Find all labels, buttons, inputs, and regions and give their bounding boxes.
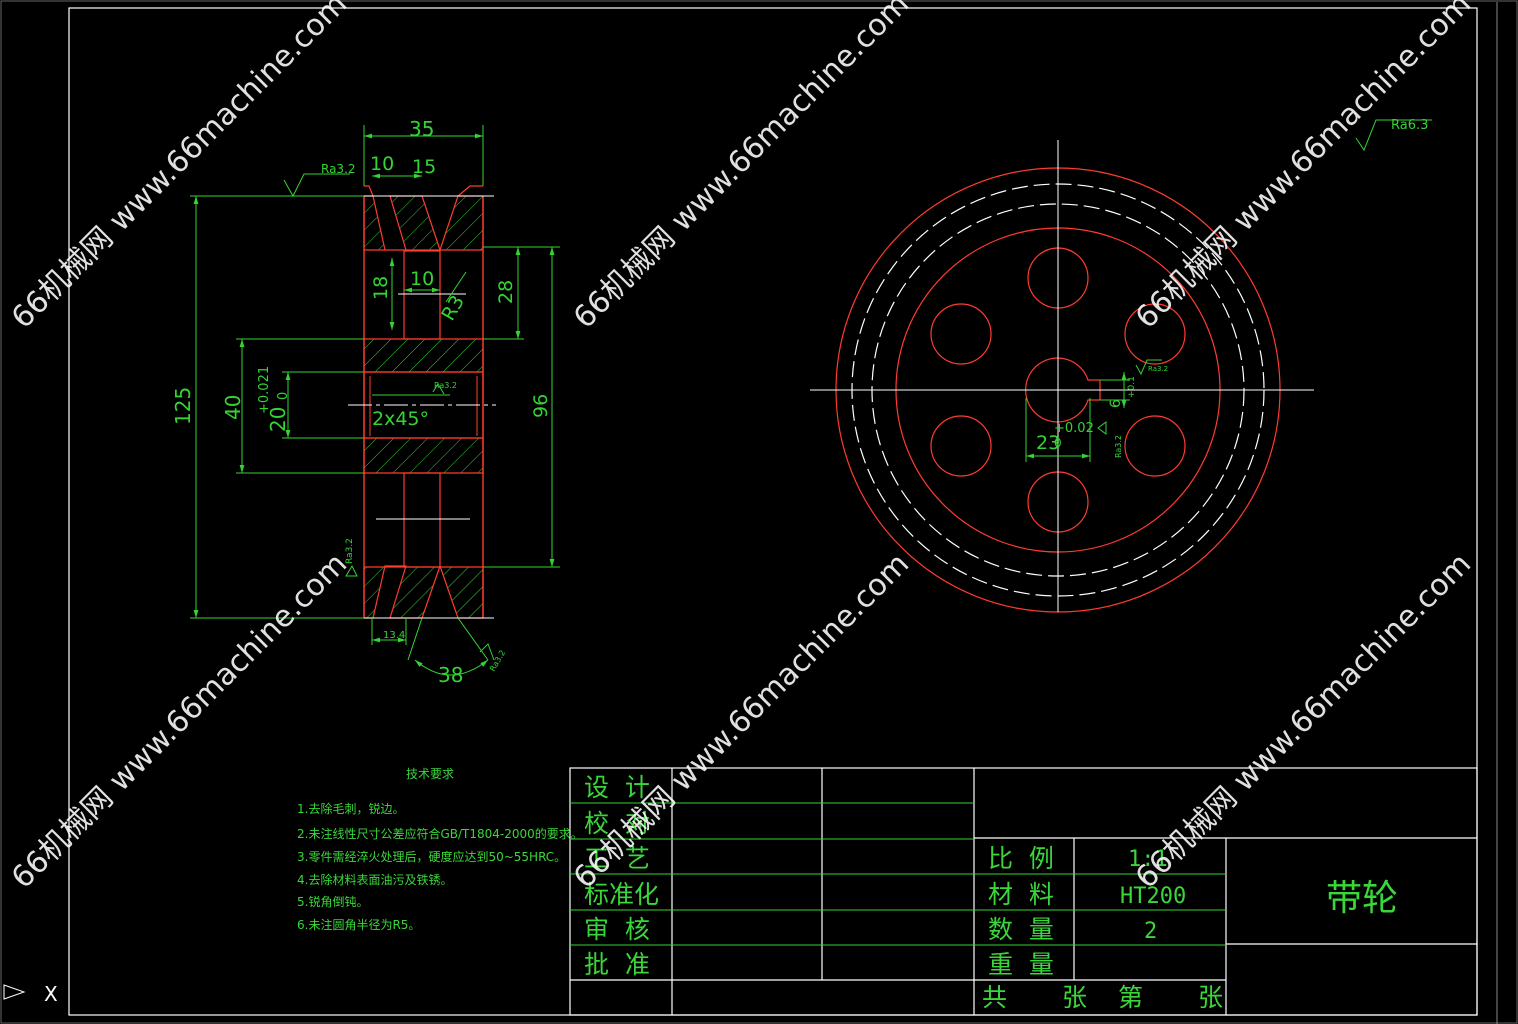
label-scale: 比 例 xyxy=(988,844,1054,873)
tech-req-item-4: 4.去除材料表面油污及铁锈。 xyxy=(297,872,452,887)
label-quantity: 数 量 xyxy=(988,915,1054,944)
tech-req-title: 技术要求 xyxy=(406,767,454,781)
dim-bore-tol-low: 0 xyxy=(276,392,291,400)
dim-groove-offset: 10 xyxy=(370,153,394,175)
watermarks: 66机械网 www.66machine.com 66机械网 www.66mach… xyxy=(5,0,1478,896)
hatch-areas xyxy=(363,195,484,619)
part-name: 带轮 xyxy=(1326,878,1398,919)
label-sheet-no: 第 xyxy=(1118,983,1143,1012)
label-approver: 批 准 xyxy=(584,950,650,979)
dim-hub-dia: 40 xyxy=(221,395,245,420)
label-sheets-total: 共 xyxy=(982,983,1007,1012)
dim-key-depth: 6 xyxy=(1108,399,1124,408)
tech-req-item-2: 2.未注线性尺寸公差应符合GB/T1804-2000的要求。 xyxy=(297,826,583,841)
dim-outer-dia: 125 xyxy=(171,387,195,425)
dim-keyway-tol: +0.02 xyxy=(1054,421,1094,436)
roughness-side: Ra3.2 xyxy=(345,538,355,564)
dim-bore-tol: +0.021 xyxy=(257,366,272,414)
value-quantity: 2 xyxy=(1144,919,1157,944)
dim-fillet: R3 xyxy=(437,292,469,325)
dim-groove-pitch: 15 xyxy=(412,156,436,178)
dim-groove-angle: 38 xyxy=(438,663,463,687)
label-material: 材 料 xyxy=(988,880,1054,909)
watermark: 66机械网 www.66machine.com xyxy=(1129,0,1478,336)
watermark: 66机械网 www.66machine.com xyxy=(567,546,916,895)
dim-rim-inner-dia: 96 xyxy=(530,394,552,418)
watermark: 66机械网 www.66machine.com xyxy=(567,0,916,336)
dim-key-tol: +0.1 xyxy=(1127,376,1137,398)
cad-drawing: 35 10 15 Ra3.2 125 40 20 +0.021 0 18 10 … xyxy=(0,0,1518,1024)
tech-req-item-1: 1.去除毛刺，锐边。 xyxy=(297,801,404,816)
watermark: 66机械网 www.66machine.com xyxy=(1129,546,1478,895)
ucs-icon: X xyxy=(3,982,58,1006)
roughness-bore: Ra3.2 xyxy=(434,381,457,390)
title-block: 设 计 校 对 工 艺 标准化 审 核 批 准 比 例 1:1 材 料 HT20… xyxy=(569,767,1478,1016)
watermark: 66机械网 www.66machine.com xyxy=(5,0,354,336)
label-sheet-unit2: 张 xyxy=(1198,983,1223,1012)
pulley-outline xyxy=(363,196,484,618)
tech-req-item-6: 6.未注圆角半径为R5。 xyxy=(297,917,420,932)
roughness-top: Ra3.2 xyxy=(321,162,356,176)
dim-chamfer: 2x45° xyxy=(372,408,429,430)
label-reviewer: 审 核 xyxy=(584,915,650,944)
roughness-key2: Ra3.2 xyxy=(1114,435,1123,458)
label-weight: 重 量 xyxy=(988,950,1054,979)
dim-web-height: 28 xyxy=(495,280,517,304)
dim-web-hole: 18 xyxy=(370,276,392,300)
dim-groove-width: 13.4 xyxy=(383,630,405,641)
watermark: 66机械网 www.66machine.com xyxy=(5,546,354,895)
roughness-key1: Ra3.2 xyxy=(1148,365,1168,373)
tech-req-item-3: 3.零件需经淬火处理后，硬度应达到50~55HRC。 xyxy=(297,849,566,864)
roughness-corner: Ra6.3 xyxy=(1391,118,1428,133)
dim-width-total: 35 xyxy=(409,117,434,141)
tech-req-item-5: 5.锐角倒钝。 xyxy=(297,895,368,909)
web-hole-lower xyxy=(403,472,441,568)
front-section-view: 35 10 15 Ra3.2 125 40 20 +0.021 0 18 10 … xyxy=(171,117,560,687)
drawing-frame xyxy=(68,7,1478,1016)
dim-web-hole-width: 10 xyxy=(410,268,434,290)
technical-requirements: 技术要求 1.去除毛刺，锐边。 2.未注线性尺寸公差应符合GB/T1804-20… xyxy=(297,767,583,932)
side-view: Ra6.3 23 +0.02 0 6 +0.1 Ra3.2 Ra3.2 xyxy=(810,118,1432,613)
label-sheets-unit: 张 xyxy=(1062,983,1087,1012)
ucs-axis-label: X xyxy=(44,982,58,1006)
web-hole-upper xyxy=(403,250,441,340)
dim-keyway-tol-low: 0 xyxy=(1054,436,1062,450)
